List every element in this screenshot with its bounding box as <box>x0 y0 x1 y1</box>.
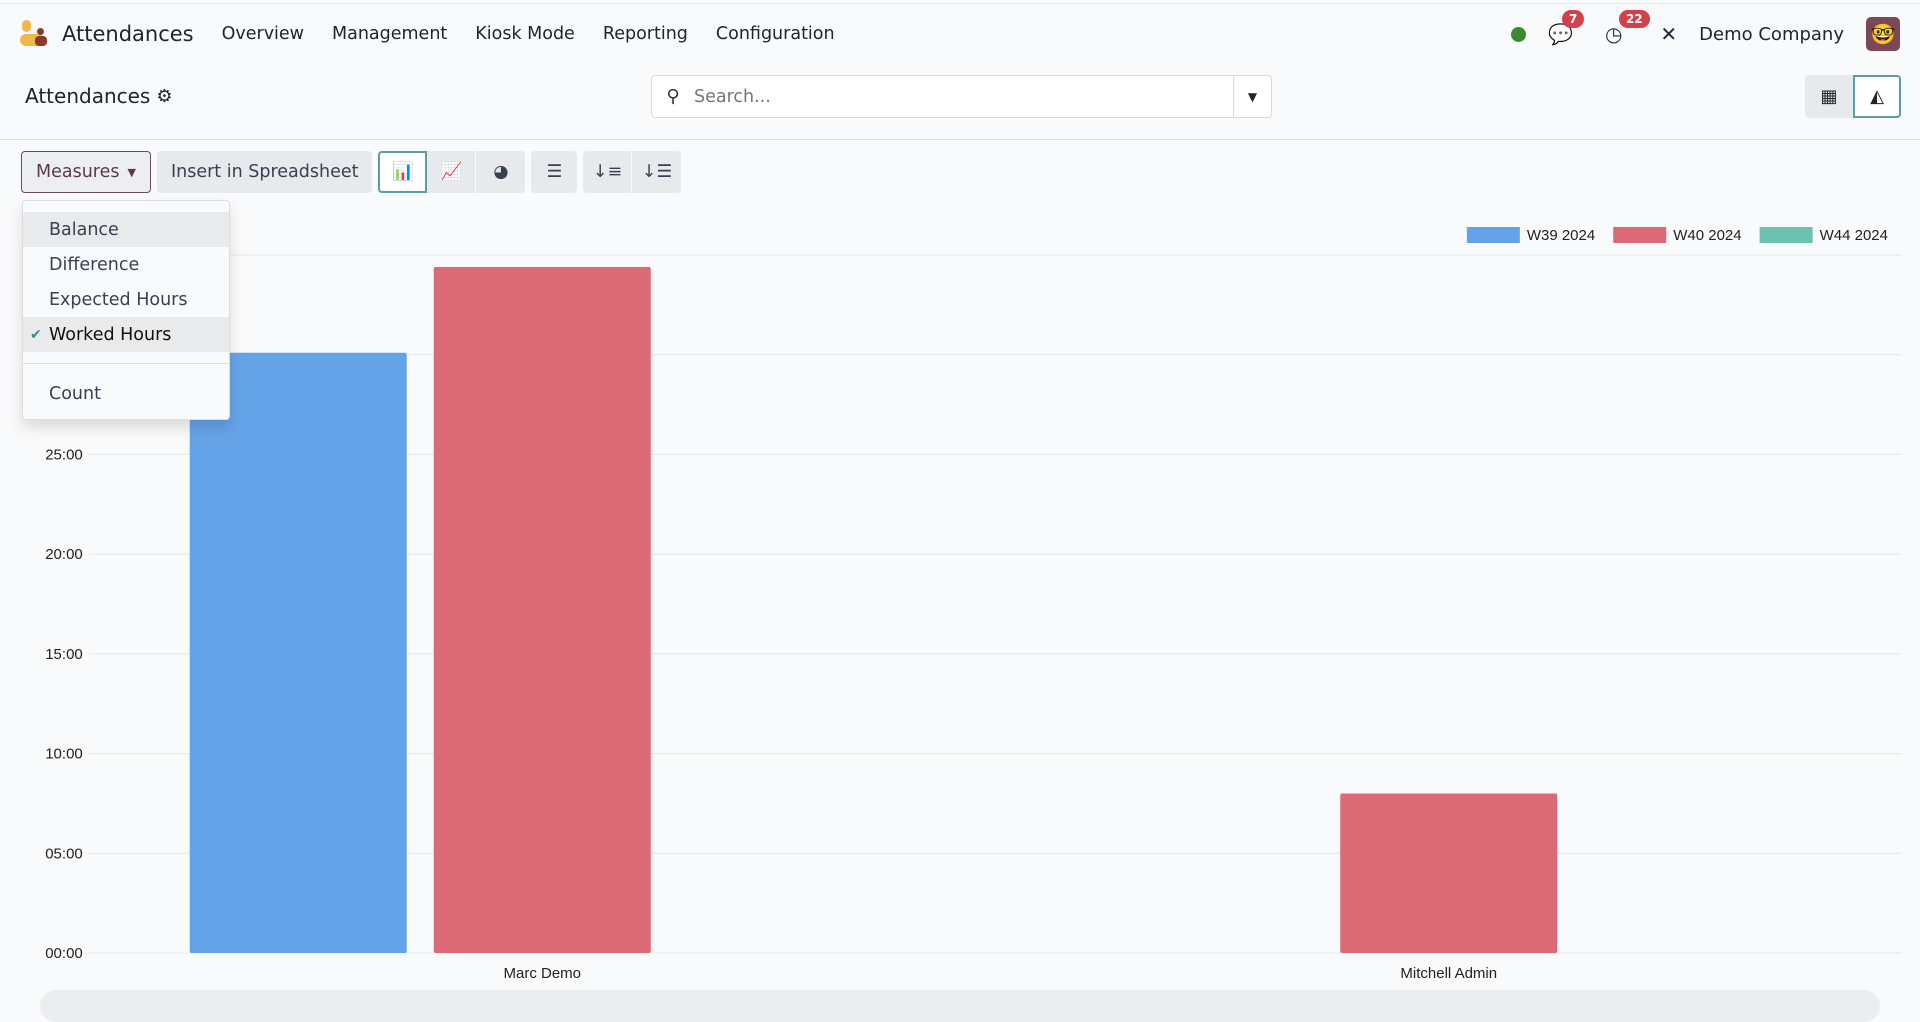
graph-view-button[interactable]: ◭ <box>1853 75 1901 118</box>
measures-label: Measures <box>36 162 120 182</box>
x-tick-label: Mitchell Admin <box>1400 965 1497 982</box>
bar-chart-icon: 📊 <box>392 162 414 182</box>
menu-management[interactable]: Management <box>332 24 447 44</box>
navbar-systray: 💬 7 ◷ 22 ✕ Demo Company 🤓 <box>1511 4 1900 64</box>
menu-configuration[interactable]: Configuration <box>716 24 835 44</box>
bar <box>189 352 407 954</box>
y-tick-label: 05:00 <box>45 845 83 862</box>
chart-type-group: 📊 📈 ◕ <box>378 151 526 193</box>
user-avatar[interactable]: 🤓 <box>1866 17 1900 51</box>
company-switcher[interactable]: Demo Company <box>1699 24 1844 45</box>
tools-icon: ✕ <box>1660 22 1678 46</box>
activities-button[interactable]: ◷ 22 <box>1604 10 1650 46</box>
caret-down-icon: ▼ <box>1247 89 1258 104</box>
measure-label: Count <box>49 383 101 404</box>
insert-in-spreadsheet-button[interactable]: Insert in Spreadsheet <box>156 151 373 193</box>
measure-label: Worked Hours <box>49 324 172 345</box>
pie-chart-icon: ◕ <box>493 162 509 182</box>
legend-label: W40 2024 <box>1673 227 1741 244</box>
bar-chart-button[interactable]: 📊 <box>378 151 428 193</box>
database-icon: ☰ <box>546 162 563 182</box>
presence-status-icon <box>1511 26 1527 42</box>
measure-count[interactable]: Count <box>23 376 229 411</box>
graph-toolbar: Measures ▼ Insert in Spreadsheet 📊 📈 ◕ ☰ … <box>21 151 682 193</box>
legend-label: W39 2024 <box>1527 227 1595 244</box>
app-logo-icon[interactable] <box>20 20 50 48</box>
sort-descending-button[interactable]: ↓≡ <box>583 151 633 193</box>
clock-icon: ◷ <box>1604 22 1623 46</box>
sort-descending-icon: ↓≡ <box>592 162 623 182</box>
search-icon: ⚲ <box>666 86 680 107</box>
bottom-edge <box>40 990 1880 1022</box>
measure-label: Difference <box>49 254 140 275</box>
dropdown-divider <box>23 363 229 364</box>
y-tick-label: 20:00 <box>45 546 83 563</box>
legend-label: W44 2024 <box>1820 227 1888 244</box>
search-input[interactable] <box>694 86 1233 107</box>
activities-badge: 22 <box>1618 10 1650 28</box>
caret-down-icon: ▼ <box>127 165 136 179</box>
sort-group: ↓≡ ↓☰ <box>583 151 682 193</box>
messages-badge: 7 <box>1562 10 1585 28</box>
legend-swatch <box>1759 227 1813 243</box>
y-tick-label: 10:00 <box>45 746 83 763</box>
measure-label: Balance <box>49 219 119 240</box>
pivot-view-button[interactable]: ▦ <box>1805 75 1853 118</box>
measure-expected-hours[interactable]: Expected Hours <box>23 282 229 317</box>
breadcrumb: Attendances ⚙ <box>25 74 172 118</box>
sort-ascending-icon: ↓☰ <box>641 162 673 182</box>
bar-chart: 00:0005:0010:0015:0020:0025:0030:0035:00… <box>45 227 1902 982</box>
sort-ascending-button[interactable]: ↓☰ <box>632 151 682 193</box>
check-icon: ✔ <box>30 326 42 343</box>
search-options-toggle[interactable]: ▼ <box>1233 76 1271 117</box>
legend-swatch <box>1613 227 1667 243</box>
pie-chart-button[interactable]: ◕ <box>476 151 526 193</box>
measure-label: Expected Hours <box>49 289 188 310</box>
messages-button[interactable]: 💬 7 <box>1548 10 1585 46</box>
menu-kiosk-mode[interactable]: Kiosk Mode <box>475 24 575 44</box>
line-chart-icon: 📈 <box>440 162 463 182</box>
debug-tools-button[interactable]: ✕ <box>1660 22 1677 46</box>
line-chart-button[interactable]: 📈 <box>427 151 477 193</box>
y-tick-label: 00:00 <box>45 945 83 962</box>
view-switcher: ▦ ◭ <box>1805 75 1901 118</box>
menu-reporting[interactable]: Reporting <box>603 24 688 44</box>
y-tick-label: 15:00 <box>45 646 83 663</box>
measure-worked-hours[interactable]: ✔ Worked Hours <box>23 317 229 352</box>
app-name[interactable]: Attendances <box>62 22 194 46</box>
control-panel-divider <box>0 139 1920 140</box>
y-tick-label: 25:00 <box>45 446 83 463</box>
search-bar: ⚲ ▼ <box>651 75 1272 118</box>
stacked-button[interactable]: ☰ <box>531 151 578 193</box>
menu-overview[interactable]: Overview <box>222 24 304 44</box>
bar <box>433 266 651 953</box>
measures-dropdown: Balance Difference Expected Hours ✔ Worke… <box>22 200 230 420</box>
bar <box>1340 793 1558 953</box>
measure-difference[interactable]: Difference <box>23 247 229 282</box>
gear-icon[interactable]: ⚙ <box>156 86 172 107</box>
measure-balance[interactable]: Balance <box>23 212 229 247</box>
area-chart-icon: ◭ <box>1870 86 1884 107</box>
page-title: Attendances <box>25 84 151 108</box>
measures-button[interactable]: Measures ▼ <box>21 151 151 193</box>
table-icon: ▦ <box>1820 86 1838 107</box>
x-tick-label: Marc Demo <box>503 965 581 982</box>
legend-swatch <box>1466 227 1520 243</box>
